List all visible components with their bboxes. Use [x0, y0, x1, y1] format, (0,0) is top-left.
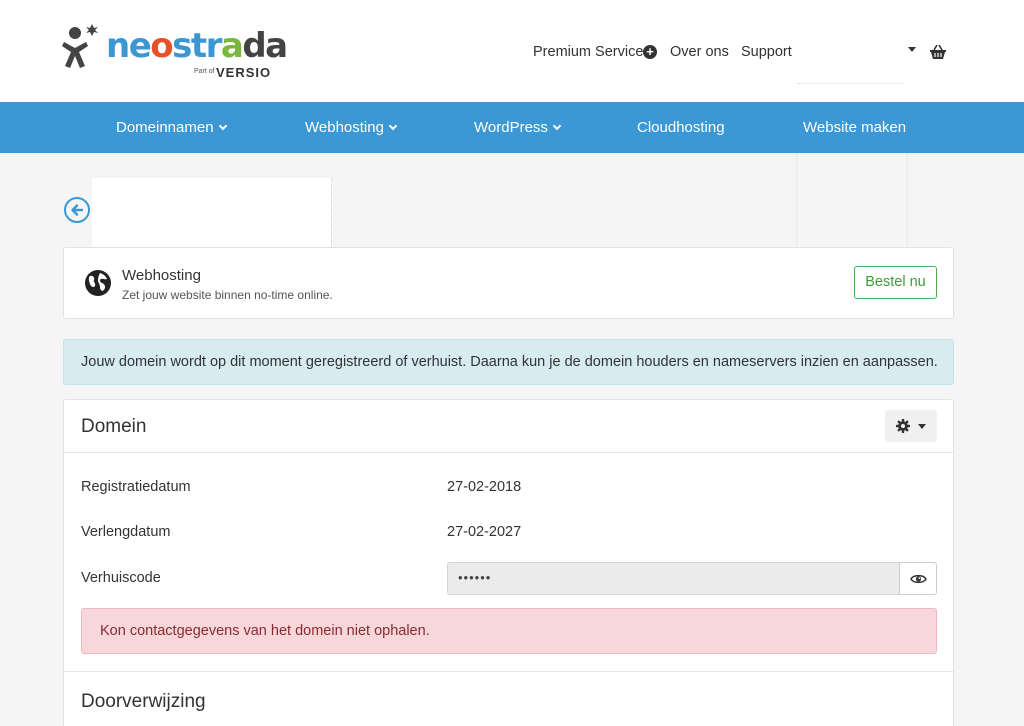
support-link[interactable]: Support [741, 44, 792, 60]
main-navigation: Domeinnamen Webhosting WordPress Cloudho… [0, 102, 1024, 153]
bestel-nu-button[interactable]: Bestel nu [854, 266, 937, 299]
promo-subtitle: Zet jouw website binnen no-time online. [122, 288, 333, 302]
verhuiscode-value: •••••• [458, 570, 492, 585]
nav-wordpress[interactable]: WordPress [474, 119, 562, 136]
settings-dropdown-button[interactable] [885, 410, 937, 442]
nav-domeinnamen[interactable]: Domeinnamen [116, 119, 227, 136]
info-alert: Jouw domein wordt op dit moment geregist… [63, 339, 954, 385]
verlengdatum-value: 27-02-2027 [447, 524, 522, 540]
verhuiscode-field[interactable]: •••••• [447, 562, 899, 595]
domain-panel-title: Domein [81, 416, 147, 437]
verhuiscode-label: Verhuiscode [81, 570, 161, 586]
logo-text-1: ne [106, 26, 152, 66]
nav-label: Webhosting [305, 119, 384, 136]
over-ons-link[interactable]: Over ons [670, 44, 729, 60]
eye-icon [910, 574, 927, 584]
error-alert-text: Kon contactgegevens van het domein niet … [100, 623, 430, 639]
account-menu-redacted[interactable] [798, 30, 904, 84]
nav-website-maken[interactable]: Website maken [803, 119, 906, 136]
chevron-down-icon [552, 121, 562, 131]
nav-label: Domeinnamen [116, 119, 214, 136]
domain-title-redacted [92, 178, 332, 247]
info-alert-text: Jouw domein wordt op dit moment geregist… [81, 354, 938, 370]
basket-icon[interactable] [930, 45, 946, 59]
domain-panel-header: Domein [64, 400, 953, 453]
logo-text-2: o [150, 26, 173, 66]
chevron-down-icon [218, 121, 227, 131]
show-code-button[interactable] [899, 562, 937, 595]
logo-text-4: a [220, 26, 244, 66]
domain-panel: Domein Registratiedatum 27-02-2018 Verle… [63, 399, 954, 726]
registratiedatum-value: 27-02-2018 [447, 479, 522, 495]
logo-text-5: da [242, 26, 288, 66]
plus-circle-icon: + [643, 45, 657, 59]
caret-down-icon [918, 424, 926, 429]
logo-figure-icon [62, 24, 98, 68]
registratiedatum-label: Registratiedatum [81, 479, 191, 495]
logo-part-of: Part of [194, 68, 215, 75]
neostrada-logo[interactable]: neostrada Part of VERSIO [62, 22, 288, 84]
doorverwijzing-title: Doorverwijzing [81, 691, 206, 712]
nav-cloudhosting[interactable]: Cloudhosting [637, 119, 725, 136]
divider [64, 671, 953, 672]
logo-text-3: str [172, 26, 222, 66]
logo-versio: VERSIO [216, 65, 272, 80]
gear-icon [896, 419, 910, 433]
promo-title: Webhosting [122, 267, 201, 284]
premium-service-link[interactable]: Premium Service [533, 44, 643, 60]
nav-webhosting[interactable]: Webhosting [305, 119, 398, 136]
chevron-down-icon [388, 121, 398, 131]
redacted-area [796, 153, 908, 247]
back-arrow-icon[interactable] [64, 197, 90, 223]
globe-icon [85, 270, 111, 296]
top-header: neostrada Part of VERSIO Premium Service… [0, 0, 1024, 102]
caret-down-icon[interactable] [908, 47, 916, 52]
error-alert: Kon contactgegevens van het domein niet … [81, 608, 937, 654]
nav-label: WordPress [474, 119, 548, 136]
verlengdatum-label: Verlengdatum [81, 524, 171, 540]
webhosting-promo-card: Webhosting Zet jouw website binnen no-ti… [63, 247, 954, 319]
logo-wordmark: neostrada [106, 26, 288, 66]
